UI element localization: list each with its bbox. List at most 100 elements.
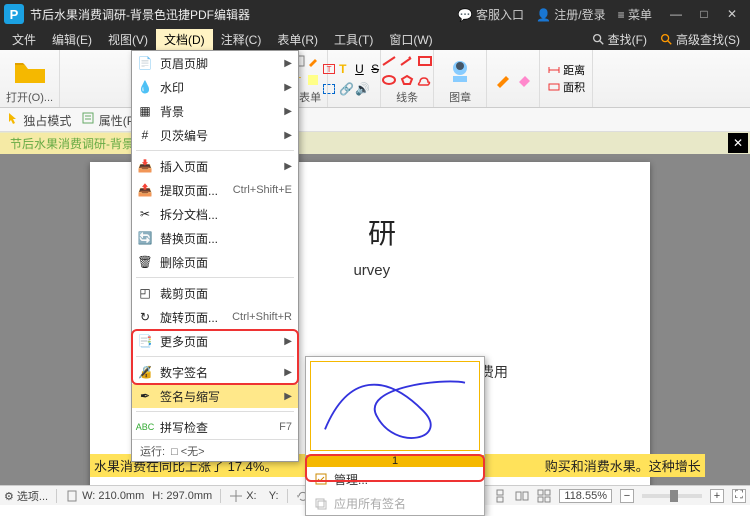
folder-open-icon	[13, 57, 47, 85]
app-logo: P	[4, 4, 24, 24]
layout-facing-icon[interactable]	[515, 489, 529, 503]
ribbon-toolbar: 打开(O)... 55% T T 编辑表单 T T U S 🔗 🔊	[0, 50, 750, 108]
rotate-icon: ↻	[136, 308, 154, 326]
tab-close-button[interactable]: ✕	[728, 133, 748, 153]
search-icon	[659, 32, 673, 46]
status-options[interactable]: ⚙ 选项...	[4, 488, 48, 504]
bates-icon: #	[136, 126, 154, 144]
eraser-icon	[515, 70, 533, 88]
menu-tools[interactable]: 工具(T)	[326, 29, 381, 50]
note-icon	[307, 74, 319, 86]
eraser-panel[interactable]	[487, 50, 540, 107]
watermark-icon: 💧	[136, 78, 154, 96]
menu-signature-initials[interactable]: ✒签名与缩写▶	[132, 384, 298, 408]
signature-apply-all[interactable]: 应用所有签名	[306, 491, 484, 515]
polygon-icon	[399, 74, 415, 86]
stamp-panel[interactable]: 图章	[434, 50, 487, 107]
distance-icon	[547, 65, 561, 75]
zoom-out-button[interactable]: −	[620, 489, 634, 503]
pencil-draw-icon	[494, 70, 512, 88]
insert-page-icon: 📥	[136, 157, 154, 175]
split-icon: ✂	[136, 205, 154, 223]
extract-page-icon: 📤	[136, 181, 154, 199]
menu-split-doc[interactable]: ✂拆分文档...	[132, 202, 298, 226]
menu-file[interactable]: 文件	[4, 29, 44, 50]
measure-panel[interactable]: 距离 面积	[540, 50, 593, 107]
select-icon	[323, 84, 335, 94]
menu-form[interactable]: 表单(R)	[269, 29, 326, 50]
menu-view[interactable]: 视图(V)	[100, 29, 156, 50]
secondary-toolbar: 独占模式 属性(P)...	[0, 108, 750, 132]
zoom-slider[interactable]	[642, 494, 702, 498]
header-footer-icon: 📄	[136, 54, 154, 72]
line-icon	[381, 55, 397, 67]
properties-icon	[81, 111, 95, 125]
menu-rotate-page[interactable]: ↻旋转页面...Ctrl+Shift+R	[132, 305, 298, 329]
menu-extract-page[interactable]: 📤提取页面...Ctrl+Shift+E	[132, 178, 298, 202]
menu-more-pages[interactable]: 📑更多页面▶	[132, 329, 298, 353]
page-height-display: H: 297.0mm	[152, 490, 212, 502]
page-size-icon	[65, 489, 79, 503]
cursor-icon	[6, 111, 20, 125]
document-menu-dropdown: 📄页眉页脚▶ 💧水印▶ ▦背景▶ #贝茨编号▶ 📥插入页面▶ 📤提取页面...C…	[131, 50, 299, 462]
advanced-find-button[interactable]: 高级查找(S)	[653, 29, 746, 50]
login-link[interactable]: 👤 注册/登录	[536, 6, 606, 23]
menu-insert-page[interactable]: 📥插入页面▶	[132, 154, 298, 178]
menu-digital-sign[interactable]: 🔏数字签名▶	[132, 360, 298, 384]
signature-number: 1	[306, 455, 484, 467]
find-button[interactable]: 查找(F)	[585, 29, 653, 50]
menu-edit[interactable]: 编辑(E)	[44, 29, 100, 50]
menu-watermark[interactable]: 💧水印▶	[132, 75, 298, 99]
apply-all-icon	[314, 496, 328, 510]
more-pages-icon: 📑	[136, 332, 154, 350]
stamp-icon	[445, 56, 475, 86]
minimize-button[interactable]: ―	[662, 0, 690, 28]
link-icon: 🔗	[339, 82, 353, 96]
menu-window[interactable]: 窗口(W)	[381, 29, 440, 50]
manage-icon	[314, 472, 328, 486]
search-icon	[591, 32, 605, 46]
open-button[interactable]: 打开(O)...	[0, 50, 60, 107]
menu-header-footer[interactable]: 📄页眉页脚▶	[132, 51, 298, 75]
area-icon	[547, 82, 561, 92]
underline-icon: U	[355, 62, 369, 76]
background-icon: ▦	[136, 102, 154, 120]
text-icon: T	[339, 62, 353, 76]
menu-crop-page[interactable]: ◰裁剪页面	[132, 281, 298, 305]
document-tabs: 节后水果消费调研-背景色 * ✕	[0, 132, 750, 154]
zoom-level[interactable]: 118.55%	[559, 489, 612, 503]
main-menu-link[interactable]: ≡ 菜单	[618, 6, 652, 23]
line-panel[interactable]: 线条	[381, 50, 434, 107]
signature-flyout: 1 管理... 应用所有签名	[305, 356, 485, 516]
circle-icon	[381, 74, 397, 86]
menu-document[interactable]: 文档(D)	[156, 29, 213, 50]
arrow-icon	[399, 55, 415, 67]
menu-delete-page[interactable]: 🗑删除页面	[132, 250, 298, 274]
zoom-in-button[interactable]: +	[710, 489, 724, 503]
exclusive-mode-button[interactable]: 独占模式	[6, 111, 71, 129]
sound-icon: 🔊	[355, 82, 369, 96]
cursor-pos-display: X: Y:	[229, 489, 278, 503]
close-button[interactable]: ✕	[718, 0, 746, 28]
menu-bar: 文件 编辑(E) 视图(V) 文档(D) 注释(C) 表单(R) 工具(T) 窗…	[0, 28, 750, 50]
signature-preview[interactable]	[310, 361, 480, 451]
rect-icon	[417, 55, 433, 67]
zoom-fit-button[interactable]: ⛶	[732, 489, 746, 503]
signature-icon: ✒	[136, 387, 154, 405]
annot-icons-panel[interactable]: T T U S 🔗 🔊	[328, 50, 381, 107]
menu-background[interactable]: ▦背景▶	[132, 99, 298, 123]
pencil-icon	[307, 55, 319, 67]
service-link[interactable]: 💬 客服入口	[458, 6, 524, 23]
signature-manage[interactable]: 管理...	[306, 467, 484, 491]
delete-page-icon: 🗑	[136, 253, 154, 271]
menu-footer: 运行:□ <无>	[132, 439, 298, 461]
textbox-icon: T	[323, 64, 335, 74]
maximize-button[interactable]: □	[690, 0, 718, 28]
menu-annotate[interactable]: 注释(C)	[213, 29, 270, 50]
menu-bates[interactable]: #贝茨编号▶	[132, 123, 298, 147]
layout-facing-cont-icon[interactable]	[537, 489, 551, 503]
signature-scribble-icon	[311, 362, 479, 450]
layout-continuous-icon[interactable]	[493, 489, 507, 503]
menu-replace-page[interactable]: 🔄替换页面...	[132, 226, 298, 250]
menu-spellcheck[interactable]: ABC拼写检查F7	[132, 415, 298, 439]
